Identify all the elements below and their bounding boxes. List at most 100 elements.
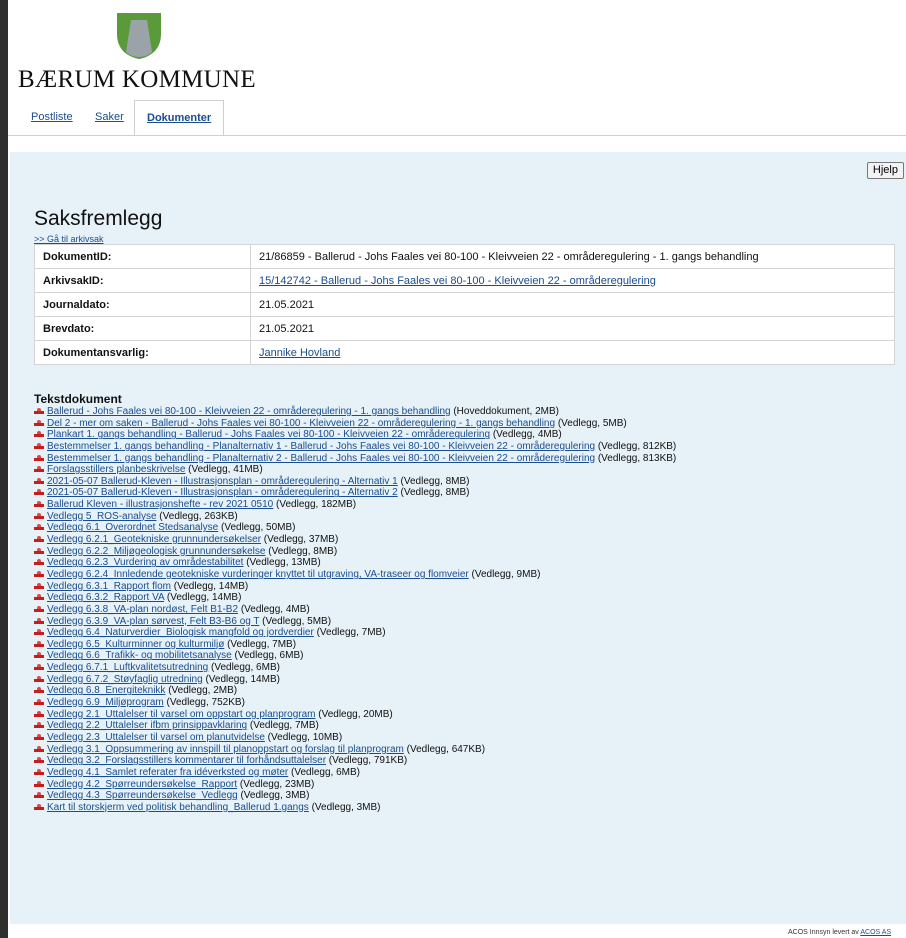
document-link[interactable]: Vedlegg 6.8_Energiteknikk bbox=[47, 685, 165, 696]
document-link[interactable]: Ballerud Kleven - illustrasjonshefte - r… bbox=[47, 499, 273, 510]
document-link[interactable]: Vedlegg 2.3_Uttalelser til varsel om pla… bbox=[47, 732, 265, 743]
pdf-icon bbox=[34, 558, 44, 566]
document-link[interactable]: Vedlegg 2.2_Uttalelser ifbm prinsippavkl… bbox=[47, 720, 247, 731]
document-info: (Vedlegg, 8MB) bbox=[265, 545, 338, 557]
list-item: Vedlegg 6.3.1_Rapport flom (Vedlegg, 14M… bbox=[34, 581, 676, 593]
document-link[interactable]: Plankart 1. gangs behandling - Ballerud … bbox=[47, 429, 490, 440]
document-link[interactable]: Vedlegg 4.3_Spørreundersøkelse_Vedlegg bbox=[47, 790, 238, 801]
list-item: Vedlegg 3.1_Oppsummering av innspill til… bbox=[34, 744, 676, 756]
tab-saker[interactable]: Saker bbox=[95, 111, 124, 123]
list-item: Vedlegg 6.3.9_VA-plan sørvest, Felt B3-B… bbox=[34, 616, 676, 628]
acos-link[interactable]: ACOS AS bbox=[860, 929, 891, 936]
document-info: (Vedlegg, 6MB) bbox=[208, 662, 280, 674]
document-link[interactable]: Kart til storskjerm ved politisk behandl… bbox=[47, 802, 309, 813]
list-item: Vedlegg 6.6_Trafikk- og mobilitetsanalys… bbox=[34, 650, 676, 662]
meta-value: 21/86859 - Ballerud - Johs Faales vei 80… bbox=[250, 244, 895, 269]
document-link[interactable]: Vedlegg 5_ROS-analyse bbox=[47, 511, 157, 522]
pdf-icon bbox=[34, 477, 44, 485]
document-info: (Vedlegg, 13MB) bbox=[243, 557, 321, 569]
pdf-icon bbox=[34, 488, 44, 496]
pdf-icon bbox=[34, 582, 44, 590]
document-link[interactable]: Vedlegg 6.5_Kulturminner og kulturmiljø bbox=[47, 639, 224, 650]
document-info: (Vedlegg, 7MB) bbox=[313, 627, 386, 639]
responsible-person-link[interactable]: Jannike Hovland bbox=[259, 347, 340, 359]
document-link[interactable]: Vedlegg 6.3.1_Rapport flom bbox=[47, 581, 171, 592]
meta-key: ArkivsakID: bbox=[34, 268, 251, 293]
footer-text: ACOS Innsyn levert av bbox=[788, 929, 861, 936]
pdf-icon bbox=[34, 640, 44, 648]
document-info: (Vedlegg, 10MB) bbox=[264, 731, 343, 743]
document-link[interactable]: Bestemmelser 1. gangs behandling - Plana… bbox=[47, 453, 595, 464]
document-link[interactable]: Vedlegg 3.1_Oppsummering av innspill til… bbox=[47, 744, 404, 755]
document-link[interactable]: Vedlegg 6.2.3_Vurdering av områdestabili… bbox=[47, 557, 243, 568]
document-link[interactable]: Vedlegg 6.9_Miljøprogram bbox=[47, 697, 164, 708]
tab-postliste[interactable]: Postliste bbox=[31, 111, 73, 123]
list-item: Bestemmelser 1. gangs behandling - Plana… bbox=[34, 441, 676, 453]
document-info: (Vedlegg, 8MB) bbox=[397, 487, 470, 499]
pdf-icon bbox=[34, 500, 44, 508]
list-item: 2021-05-07 Ballerud-Kleven - Illustrasjo… bbox=[34, 487, 676, 499]
document-link[interactable]: Vedlegg 6.4_Naturverdier_Biologisk mangf… bbox=[47, 627, 314, 638]
document-link[interactable]: Vedlegg 6.2.1_Geotekniske grunnundersøke… bbox=[47, 534, 261, 545]
list-item: Del 2 - mer om saken - Ballerud - Johs F… bbox=[34, 418, 676, 430]
archive-case-link[interactable]: 15/142742 - Ballerud - Johs Faales vei 8… bbox=[259, 275, 656, 287]
list-item: Vedlegg 2.2_Uttalelser ifbm prinsippavkl… bbox=[34, 720, 676, 732]
document-link[interactable]: Vedlegg 6.7.1_Luftkvalitetsutredning bbox=[47, 662, 208, 673]
document-link[interactable]: Vedlegg 6.7.2_Støyfaglig utredning bbox=[47, 674, 203, 685]
document-panel: Hjelp Saksfremlegg >> Gå til arkivsak Do… bbox=[10, 152, 906, 924]
meta-key: Dokumentansvarlig: bbox=[34, 340, 251, 365]
document-info: (Vedlegg, 752KB) bbox=[163, 697, 245, 709]
document-info: (Vedlegg, 813KB) bbox=[595, 452, 677, 464]
document-info: (Vedlegg, 3MB) bbox=[308, 801, 381, 813]
document-link[interactable]: Vedlegg 6.3.8_VA-plan nordøst, Felt B1-B… bbox=[47, 604, 238, 615]
list-item: Vedlegg 2.1_Uttalelser til varsel om opp… bbox=[34, 709, 676, 721]
list-item: Forslagsstillers planbeskrivelse (Vedleg… bbox=[34, 464, 676, 476]
document-link[interactable]: Vedlegg 6.3.9_VA-plan sørvest, Felt B3-B… bbox=[47, 616, 259, 627]
list-item: 2021-05-07 Ballerud-Kleven - Illustrasjo… bbox=[34, 476, 676, 488]
document-link[interactable]: Ballerud - Johs Faales vei 80-100 - Klei… bbox=[47, 406, 451, 417]
meta-key: Brevdato: bbox=[34, 316, 251, 341]
document-link[interactable]: Vedlegg 6.2.2_Miljøgeologisk grunnunders… bbox=[47, 546, 265, 557]
document-link[interactable]: Vedlegg 6.2.4_Innledende geotekniske vur… bbox=[47, 569, 469, 580]
document-link[interactable]: Bestemmelser 1. gangs behandling - Plana… bbox=[47, 441, 595, 452]
table-row: Journaldato: 21.05.2021 bbox=[34, 292, 895, 317]
list-item: Kart til storskjerm ved politisk behandl… bbox=[34, 802, 676, 814]
document-link[interactable]: Vedlegg 4.1_Samlet referater fra idéverk… bbox=[47, 767, 288, 778]
document-link[interactable]: Vedlegg 4.2_Spørreundersøkelse_Rapport bbox=[47, 779, 237, 790]
page-title: Saksfremlegg bbox=[34, 207, 163, 230]
list-item: Vedlegg 6.8_Energiteknikk (Vedlegg, 2MB) bbox=[34, 685, 676, 697]
pdf-icon bbox=[34, 675, 44, 683]
document-metadata-table: DokumentID: 21/86859 - Ballerud - Johs F… bbox=[34, 244, 895, 365]
document-link[interactable]: Forslagsstillers planbeskrivelse bbox=[47, 464, 185, 475]
attachment-list: Ballerud - Johs Faales vei 80-100 - Klei… bbox=[34, 406, 676, 813]
document-link[interactable]: Vedlegg 6.1_Overordnet Stedsanalyse bbox=[47, 522, 218, 533]
pdf-icon bbox=[34, 803, 44, 811]
tab-bar-divider bbox=[8, 135, 906, 136]
help-button[interactable]: Hjelp bbox=[866, 162, 904, 179]
tab-bar: Postliste Saker Dokumenter bbox=[8, 100, 906, 136]
meta-value-cell: 15/142742 - Ballerud - Johs Faales vei 8… bbox=[250, 268, 895, 293]
list-item: Vedlegg 6.3.8_VA-plan nordøst, Felt B1-B… bbox=[34, 604, 676, 616]
table-row: DokumentID: 21/86859 - Ballerud - Johs F… bbox=[34, 244, 895, 269]
document-link[interactable]: Vedlegg 3.2_Forslagsstillers kommentarer… bbox=[47, 755, 326, 766]
document-link[interactable]: Del 2 - mer om saken - Ballerud - Johs F… bbox=[47, 418, 555, 429]
tab-dokumenter[interactable]: Dokumenter bbox=[134, 100, 225, 135]
meta-value: 21.05.2021 bbox=[250, 292, 895, 317]
document-link[interactable]: 2021-05-07 Ballerud-Kleven - Illustrasjo… bbox=[47, 487, 398, 498]
pdf-icon bbox=[34, 454, 44, 462]
document-link[interactable]: Vedlegg 2.1_Uttalelser til varsel om opp… bbox=[47, 709, 315, 720]
document-info: (Vedlegg, 812KB) bbox=[595, 440, 677, 452]
document-info: (Vedlegg, 7MB) bbox=[224, 638, 297, 650]
list-item: Plankart 1. gangs behandling - Ballerud … bbox=[34, 429, 676, 441]
list-item: Vedlegg 6.3.2_Rapport VA (Vedlegg, 14MB) bbox=[34, 592, 676, 604]
pdf-icon bbox=[34, 465, 44, 473]
document-link[interactable]: Vedlegg 6.3.2_Rapport VA bbox=[47, 592, 164, 603]
pdf-icon bbox=[34, 407, 44, 415]
document-link[interactable]: 2021-05-07 Ballerud-Kleven - Illustrasjo… bbox=[47, 476, 398, 487]
document-link[interactable]: Vedlegg 6.6_Trafikk- og mobilitetsanalys… bbox=[47, 650, 232, 661]
pdf-icon bbox=[34, 628, 44, 636]
go-to-archive-link[interactable]: >> Gå til arkivsak bbox=[34, 234, 104, 244]
pdf-icon bbox=[34, 570, 44, 578]
meta-value: 21.05.2021 bbox=[250, 316, 895, 341]
list-item: Vedlegg 4.3_Spørreundersøkelse_Vedlegg (… bbox=[34, 790, 676, 802]
